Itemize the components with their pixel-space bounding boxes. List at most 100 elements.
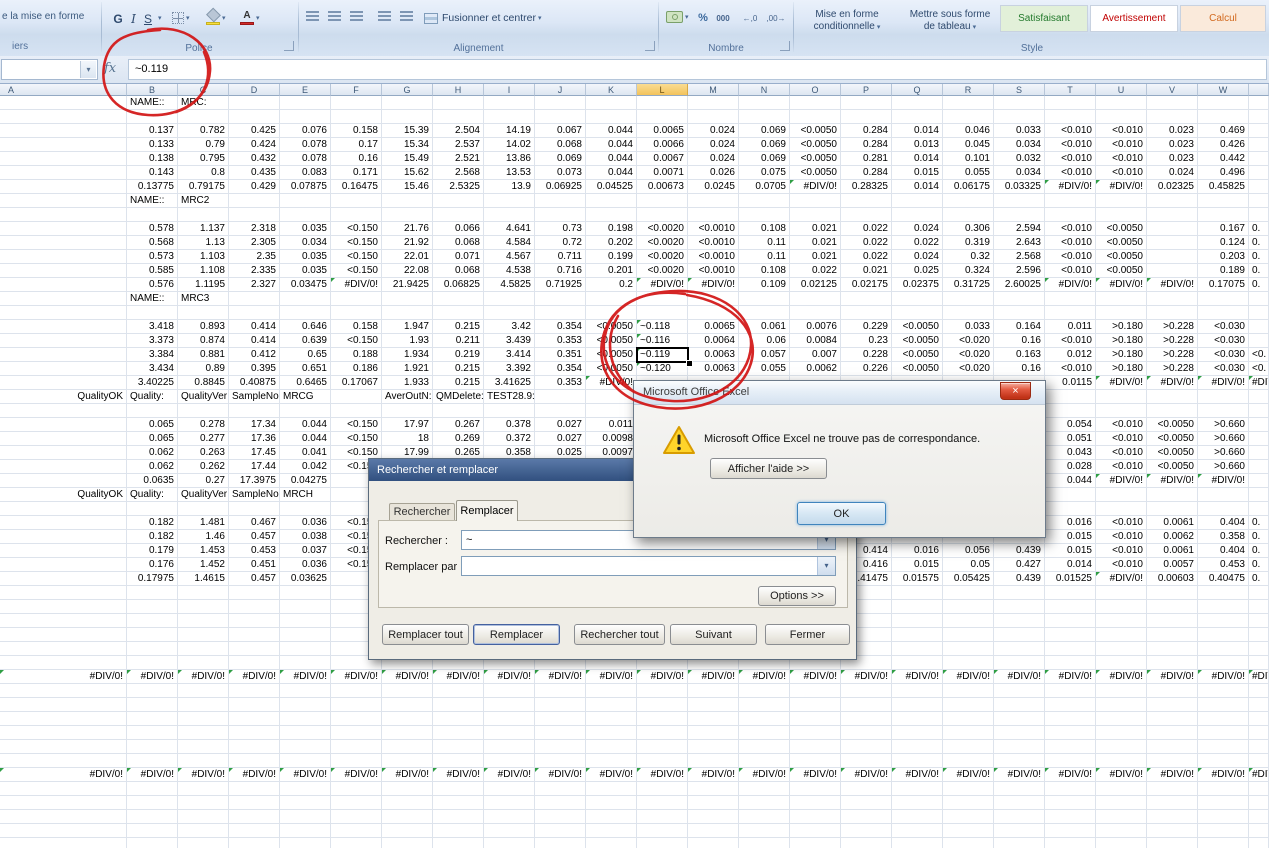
cell-B2[interactable] [127,110,178,124]
cell-U8[interactable] [1096,194,1147,208]
cell-D32[interactable]: 0.457 [229,530,280,544]
merge-center-button[interactable]: Fusionner et centrer ▾ [424,8,541,28]
cell-P6[interactable]: 0.284 [841,166,892,180]
cell-F9[interactable] [331,208,382,222]
cell-Q34[interactable]: 0.015 [892,558,943,572]
cell-V25[interactable]: <0.0050 [1147,432,1198,446]
font-color-button[interactable]: A ▾ [240,10,260,25]
cell-M6[interactable]: 0.026 [688,166,739,180]
cell-X34[interactable]: 0. [1249,558,1269,572]
cell-C44[interactable] [178,698,229,712]
cell-D24[interactable]: 17.34 [229,418,280,432]
cell-R37[interactable] [943,600,994,614]
cell-P17[interactable]: 0.229 [841,320,892,334]
cell-E28[interactable]: 0.04275 [280,474,331,488]
cell-N53[interactable] [739,824,790,838]
cell-O45[interactable] [790,712,841,726]
cell-D19[interactable]: 0.412 [229,348,280,362]
format-as-table-button[interactable]: Mettre sous forme de tableau ▾ [898,6,1002,36]
cell-E45[interactable] [280,712,331,726]
cell-X23[interactable] [1249,404,1269,418]
cell-D11[interactable]: 2.305 [229,236,280,250]
cell-P46[interactable] [841,726,892,740]
cell-R44[interactable] [943,698,994,712]
cell-X21[interactable]: #DIV/0! [1249,376,1269,390]
cell-K53[interactable] [586,824,637,838]
cell-Q10[interactable]: 0.024 [892,222,943,236]
cell-T26[interactable]: 0.043 [1045,446,1096,460]
cell-E29[interactable]: MRCH [280,488,331,502]
cell-S45[interactable] [994,712,1045,726]
cell-F51[interactable] [331,796,382,810]
cell-V10[interactable] [1147,222,1198,236]
cell-W9[interactable] [1198,208,1249,222]
cell-E2[interactable] [280,110,331,124]
cell-Q15[interactable] [892,292,943,306]
cell-L11[interactable]: <0.0020 [637,236,688,250]
cell-V12[interactable] [1147,250,1198,264]
cell-R43[interactable] [943,684,994,698]
increase-indent-button[interactable] [400,11,413,23]
cell-O14[interactable]: 0.02125 [790,278,841,292]
cell-G9[interactable] [382,208,433,222]
column-header-K[interactable]: K [586,84,637,96]
cell-A42[interactable]: #DIV/0! [0,670,127,684]
cell-X26[interactable] [1249,446,1269,460]
cell-T18[interactable]: <0.010 [1045,334,1096,348]
cell-I23[interactable] [484,404,535,418]
cell-G8[interactable] [382,194,433,208]
cell-C14[interactable]: 1.1195 [178,278,229,292]
cell-I49[interactable]: #DIV/0! [484,768,535,782]
options-button[interactable]: Options >> [758,586,836,606]
cell-H13[interactable]: 0.068 [433,264,484,278]
cell-G14[interactable]: 21.9425 [382,278,433,292]
cell-W36[interactable] [1198,586,1249,600]
cell-G12[interactable]: 22.01 [382,250,433,264]
cell-E19[interactable]: 0.65 [280,348,331,362]
cell-T24[interactable]: 0.054 [1045,418,1096,432]
cell-E48[interactable] [280,754,331,768]
cell-M9[interactable] [688,208,739,222]
cell-W51[interactable] [1198,796,1249,810]
cell-L53[interactable] [637,824,688,838]
cell-U32[interactable]: <0.010 [1096,530,1147,544]
column-header-partial[interactable] [1249,84,1269,96]
column-header-T[interactable]: T [1045,84,1096,96]
cell-X38[interactable] [1249,614,1269,628]
cell-E43[interactable] [280,684,331,698]
cell-L18[interactable]: ~0.116 [637,334,688,348]
cell-X37[interactable] [1249,600,1269,614]
cell-B54[interactable] [127,838,178,848]
cell-B51[interactable] [127,796,178,810]
cell-H9[interactable] [433,208,484,222]
cell-F53[interactable] [331,824,382,838]
cell-K15[interactable] [586,292,637,306]
cell-H53[interactable] [433,824,484,838]
cell-L54[interactable] [637,838,688,848]
cell-Q2[interactable] [892,110,943,124]
cell-C24[interactable]: 0.278 [178,418,229,432]
cell-U41[interactable] [1096,656,1147,670]
cell-A33[interactable] [0,544,127,558]
cell-T53[interactable] [1045,824,1096,838]
cell-I6[interactable]: 13.53 [484,166,535,180]
cell-D48[interactable] [229,754,280,768]
cell-F5[interactable]: 0.16 [331,152,382,166]
cell-L51[interactable] [637,796,688,810]
cell-C27[interactable]: 0.262 [178,460,229,474]
cell-R8[interactable] [943,194,994,208]
cell-T14[interactable]: #DIV/0! [1045,278,1096,292]
cell-P19[interactable]: 0.228 [841,348,892,362]
cell-I51[interactable] [484,796,535,810]
cell-H15[interactable] [433,292,484,306]
cell-P49[interactable]: #DIV/0! [841,768,892,782]
cell-P52[interactable] [841,810,892,824]
cell-V52[interactable] [1147,810,1198,824]
find-next-button[interactable]: Suivant [670,624,757,645]
cell-D1[interactable] [229,96,280,110]
cell-V14[interactable]: #DIV/0! [1147,278,1198,292]
cell-X35[interactable]: 0. [1249,572,1269,586]
cell-W16[interactable] [1198,306,1249,320]
cell-U36[interactable] [1096,586,1147,600]
cell-W23[interactable] [1198,404,1249,418]
